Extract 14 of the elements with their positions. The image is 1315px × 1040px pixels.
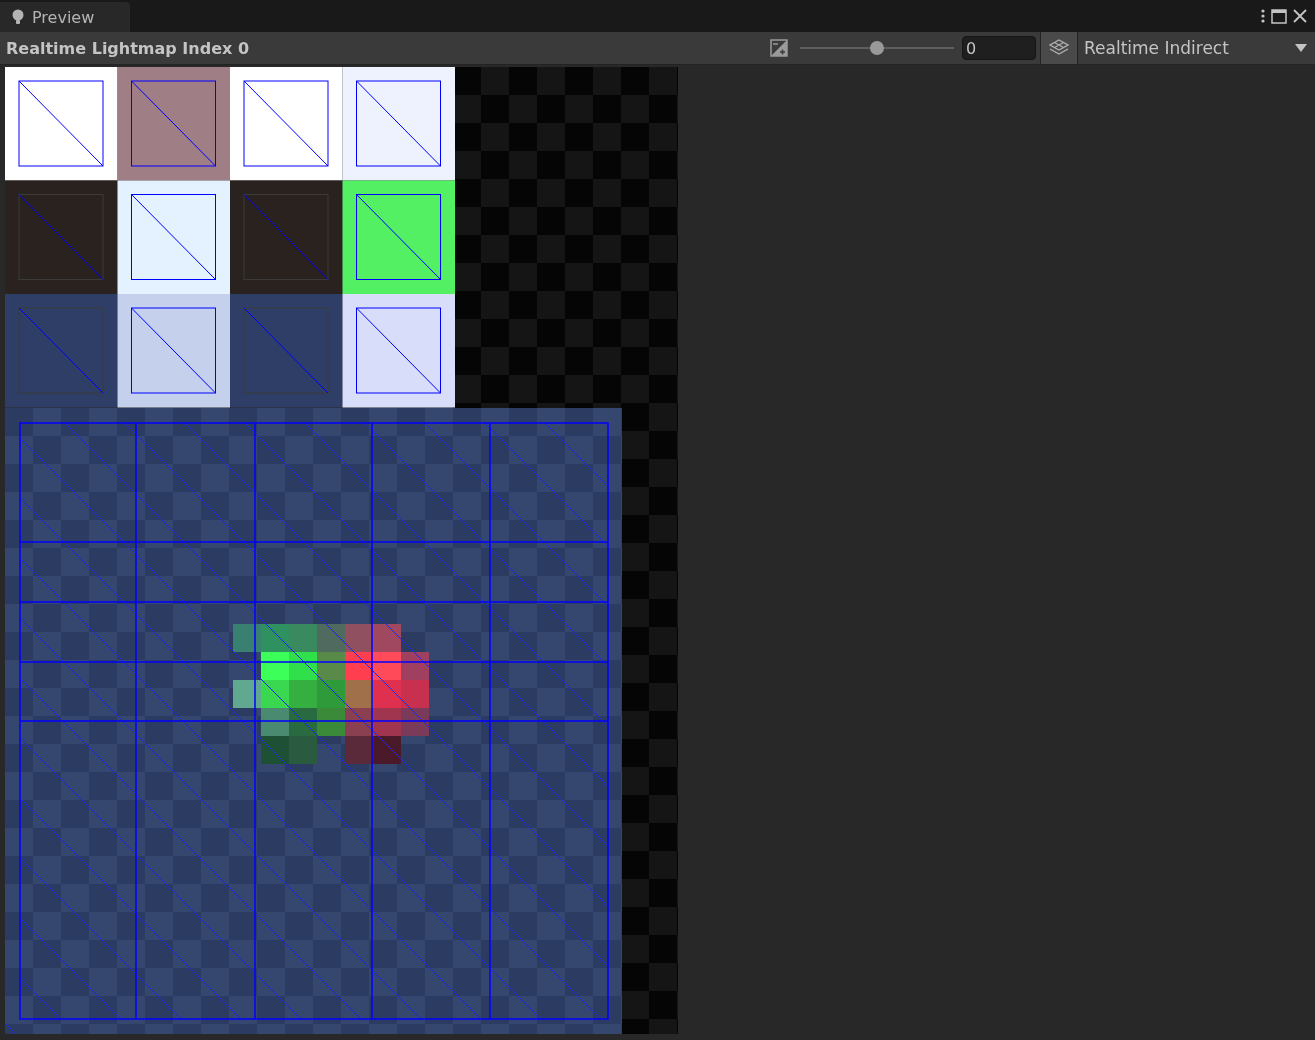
maximize-icon[interactable] [1271,8,1287,24]
close-icon[interactable] [1293,9,1307,23]
exposure-input-field[interactable]: 0 [962,36,1036,60]
dropdown-caret-icon [1295,44,1307,52]
mode-dropdown[interactable]: Realtime Indirect [1077,32,1315,64]
exposure-icon [770,39,788,57]
layers-icon [1049,39,1069,57]
preview-tab[interactable]: Preview [0,2,130,32]
slider-thumb[interactable] [870,41,884,55]
more-options-icon[interactable] [1261,9,1265,23]
lightbulb-icon [12,9,24,25]
layers-button[interactable] [1040,32,1077,64]
lightmap-title: Realtime Lightmap Index 0 [5,38,250,58]
exposure-slider[interactable] [800,41,954,55]
